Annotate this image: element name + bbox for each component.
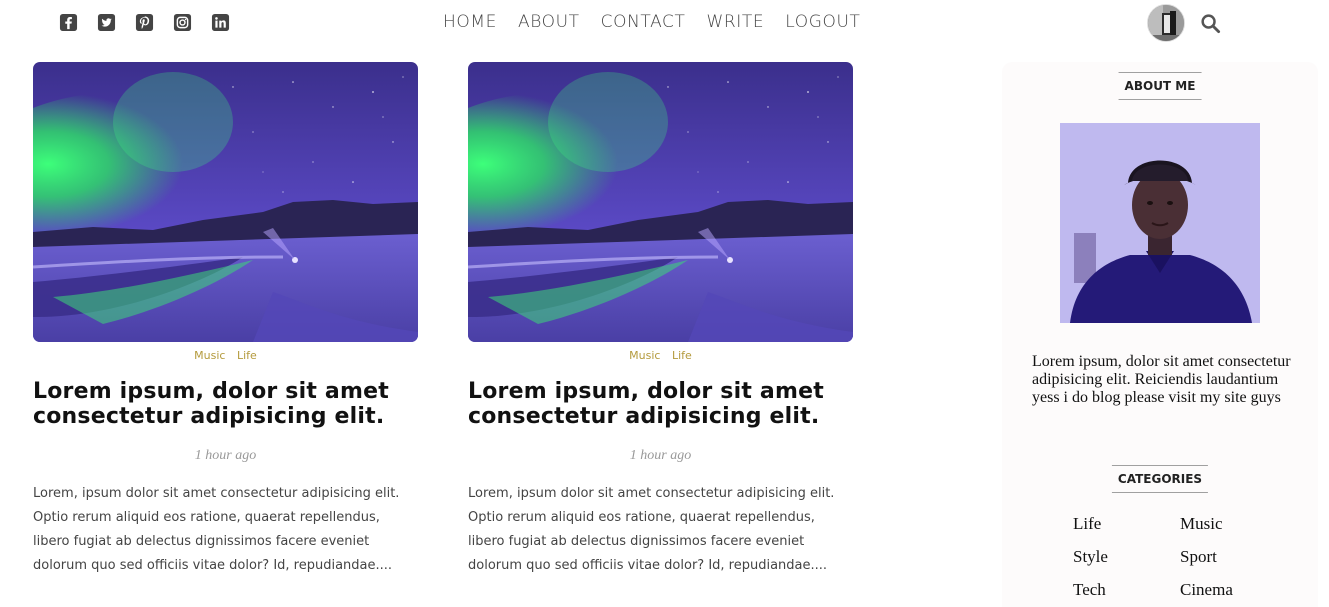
post-image[interactable] (33, 62, 418, 342)
categories-heading: CATEGORIES (1111, 465, 1209, 493)
linkedin-square-icon[interactable] (211, 13, 230, 32)
about-me-photo (1060, 123, 1260, 323)
nav-logout[interactable]: LOGOUT (785, 11, 860, 33)
main-nav: HOME ABOUT CONTACT WRITE LOGOUT (443, 11, 860, 33)
about-me-text: Lorem ipsum, dolor sit amet consectetur … (1032, 353, 1291, 406)
post-categories: Music Life (468, 349, 853, 363)
post-categories: Music Life (33, 349, 418, 363)
category-music[interactable]: Music (1180, 514, 1287, 534)
post-category[interactable]: Life (237, 349, 257, 362)
post-description: Lorem, ipsum dolor sit amet consectetur … (33, 486, 400, 573)
nav-write[interactable]: WRITE (706, 11, 764, 33)
user-avatar[interactable] (1147, 4, 1185, 42)
nav-about[interactable]: ABOUT (518, 11, 580, 33)
post-image[interactable] (468, 62, 853, 342)
social-links (59, 13, 230, 32)
about-me-heading: ABOUT ME (1118, 72, 1202, 100)
post-description: Lorem, ipsum dolor sit amet consectetur … (468, 486, 835, 573)
post-card: Music Life Lorem ipsum, dolor sit amet c… (33, 62, 418, 578)
post-card: Music Life Lorem ipsum, dolor sit amet c… (468, 62, 853, 578)
category-life[interactable]: Life (1073, 514, 1180, 534)
post-time: 1 hour ago (194, 448, 257, 463)
post-time: 1 hour ago (629, 448, 692, 463)
instagram-square-icon[interactable] (173, 13, 192, 32)
nav-home[interactable]: HOME (443, 11, 497, 33)
post-category[interactable]: Music (194, 349, 225, 362)
post-title[interactable]: Lorem ipsum, dolor sit amet consectetur … (33, 379, 418, 429)
category-style[interactable]: Style (1073, 547, 1180, 567)
category-cinema[interactable]: Cinema (1180, 580, 1287, 600)
category-sport[interactable]: Sport (1180, 547, 1287, 567)
post-title[interactable]: Lorem ipsum, dolor sit amet consectetur … (468, 379, 853, 429)
facebook-square-icon[interactable] (59, 13, 78, 32)
top-bar: HOME ABOUT CONTACT WRITE LOGOUT (0, 0, 1329, 46)
sidebar: ABOUT ME Lorem ipsum, dolor sit amet con… (1002, 62, 1318, 607)
category-list: Life Music Style Sport Tech Cinema (1073, 514, 1293, 600)
twitter-square-icon[interactable] (97, 13, 116, 32)
pinterest-square-icon[interactable] (135, 13, 154, 32)
post-category[interactable]: Life (672, 349, 692, 362)
nav-contact[interactable]: CONTACT (601, 11, 686, 33)
category-tech[interactable]: Tech (1073, 580, 1180, 600)
post-category[interactable]: Music (629, 349, 660, 362)
search-icon[interactable] (1200, 13, 1221, 34)
